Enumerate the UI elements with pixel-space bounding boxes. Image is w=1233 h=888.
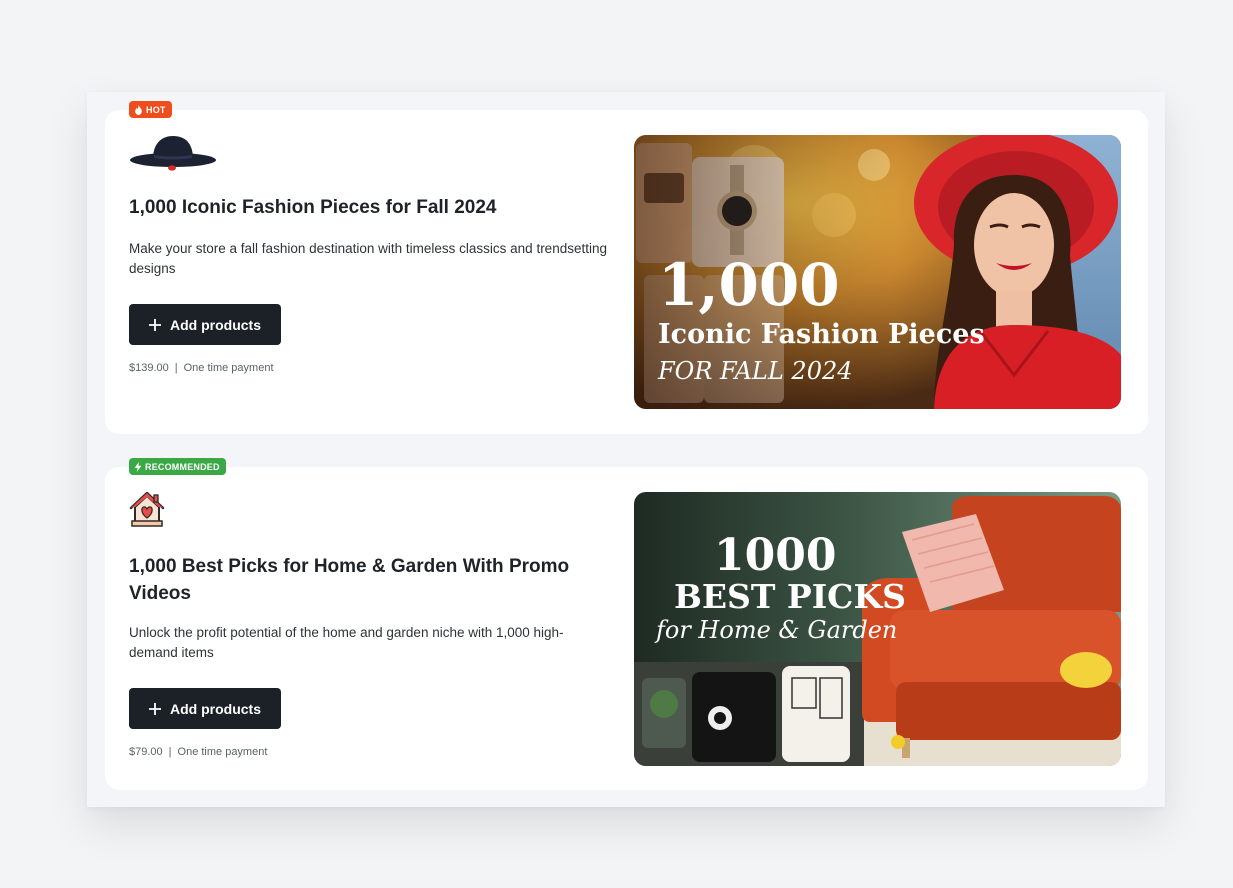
bundle-list-panel: HOT 1,000 Iconic Fashion Pieces for Fall… (87, 92, 1165, 807)
banner-headline-number: 1,000 (658, 251, 840, 319)
payment-type: One time payment (177, 746, 268, 758)
recommended-badge: RECOMMENDED (129, 458, 226, 475)
house-heart-icon (127, 489, 167, 534)
bundle-card-home-garden: RECOMMENDED 1,000 Best Picks for Home & … (105, 458, 1148, 790)
plus-icon (149, 702, 161, 715)
banner-headline: Iconic Fashion Pieces (658, 319, 985, 350)
price-separator: | (168, 746, 172, 758)
price-value: $79.00 (129, 746, 163, 758)
add-products-label: Add products (170, 700, 261, 717)
card-title: 1,000 Iconic Fashion Pieces for Fall 202… (129, 197, 497, 218)
banner-subtitle: FOR FALL 2024 (657, 357, 853, 385)
banner-headline: BEST PICKS (674, 577, 906, 616)
payment-type: One time payment (183, 362, 274, 374)
hat-icon (129, 134, 217, 179)
price-value: $139.00 (129, 362, 169, 374)
flame-icon (135, 104, 142, 115)
card-title: 1,000 Best Picks for Home & Garden With … (129, 556, 570, 604)
card-description: Unlock the profit potential of the home … (129, 625, 564, 660)
add-products-button[interactable]: Add products (129, 688, 281, 729)
plus-icon (149, 318, 161, 331)
add-products-button[interactable]: Add products (129, 304, 281, 345)
bundle-card-fashion: HOT 1,000 Iconic Fashion Pieces for Fall… (105, 101, 1148, 434)
home-garden-banner-image: 1000 BEST PICKS for Home & Garden (634, 492, 1121, 766)
lightning-icon (134, 461, 142, 472)
price-separator: | (174, 362, 178, 374)
card-description: Make your store a fall fashion destinati… (129, 241, 607, 276)
banner-subtitle: for Home & Garden (654, 616, 897, 644)
badge-label: HOT (146, 104, 166, 115)
hot-badge: HOT (129, 101, 172, 118)
price-info: $79.00 | One time payment (129, 746, 267, 758)
price-info: $139.00 | One time payment (129, 362, 274, 374)
add-products-label: Add products (170, 316, 261, 333)
fashion-banner-image: 1,000 Iconic Fashion Pieces FOR FALL 202… (634, 135, 1121, 409)
banner-headline-number: 1000 (714, 530, 836, 581)
badge-label: RECOMMENDED (145, 461, 220, 472)
